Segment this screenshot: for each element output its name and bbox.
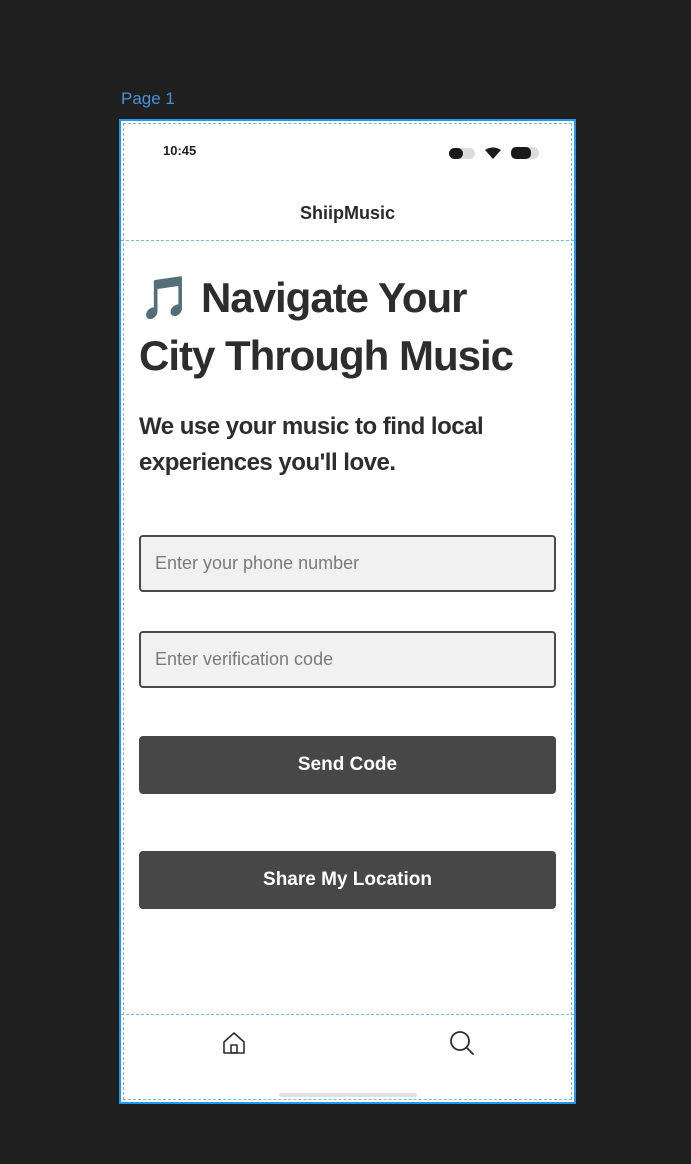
phone-number-input[interactable] [139, 535, 556, 592]
home-indicator-bar [279, 1093, 417, 1097]
search-icon[interactable] [448, 1029, 476, 1057]
status-bar: 10:45 [121, 121, 574, 181]
bottom-nav [121, 1014, 574, 1102]
phone-frame[interactable]: 10:45 ShiipMusic 🎵 Navigate Your City Th… [119, 119, 576, 1104]
subheadline: We use your music to find local experien… [139, 413, 484, 476]
app-title: ShiipMusic [299, 203, 395, 223]
wifi-icon [485, 147, 501, 159]
signal-icon [449, 147, 475, 159]
send-code-button[interactable]: Send Code [139, 736, 556, 794]
battery-icon [511, 147, 539, 159]
status-icons [449, 147, 539, 159]
share-location-button[interactable]: Share My Location [139, 851, 556, 909]
status-time: 10:45 [163, 143, 197, 158]
verification-code-input[interactable] [139, 631, 556, 688]
app-header: ShiipMusic [121, 181, 574, 241]
home-icon[interactable] [221, 1030, 247, 1056]
page-label[interactable]: Page 1 [121, 89, 175, 109]
headline: 🎵 Navigate Your City Through Music [139, 274, 514, 379]
